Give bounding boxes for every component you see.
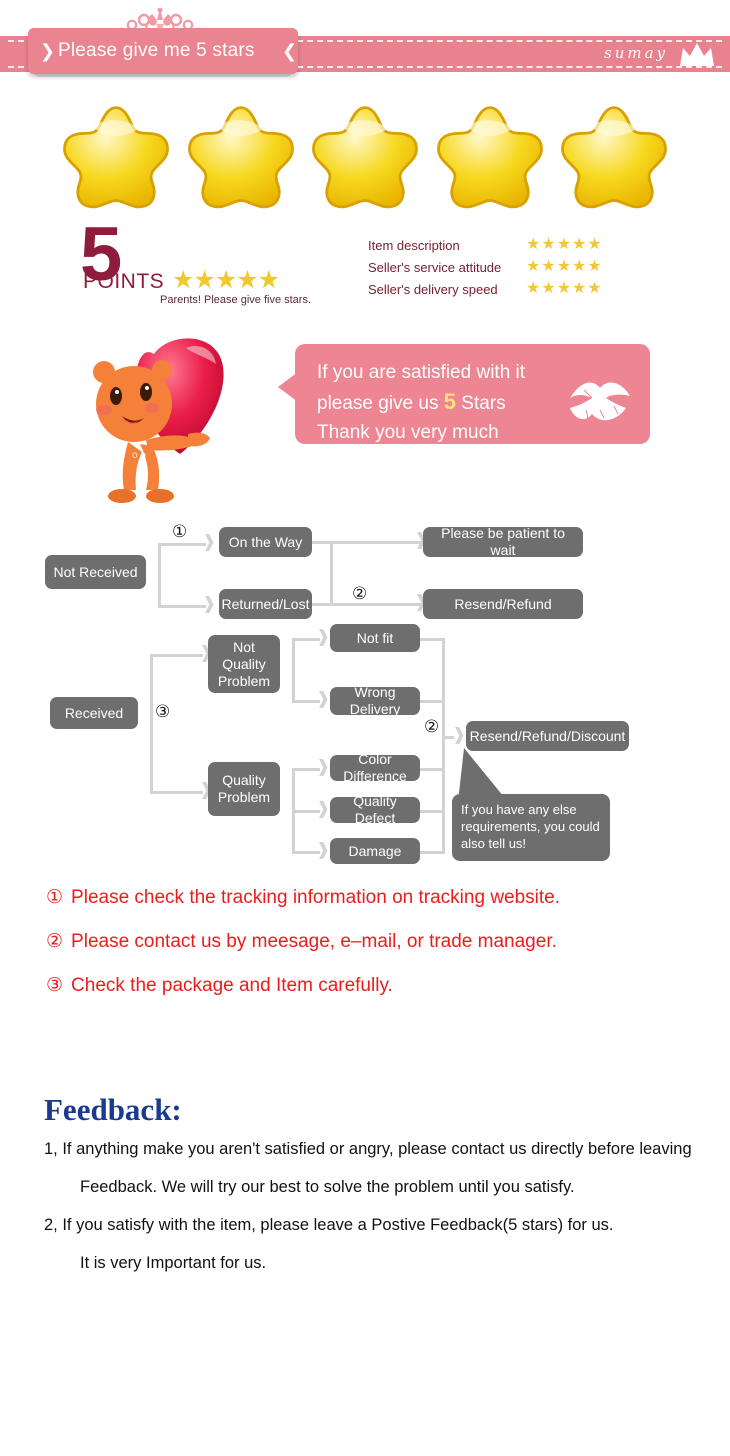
flow-line (420, 768, 445, 771)
feedback-line: It is very Important for us. (80, 1254, 267, 1272)
note-number: ③ (46, 975, 64, 996)
mascot-with-heart-icon: o o (93, 338, 224, 503)
svg-text:o o: o o (132, 450, 146, 461)
flow-box-damage[interactable]: Damage (330, 838, 420, 864)
ribbon-right-icon: ❮ (282, 41, 298, 61)
flow-line (330, 541, 422, 544)
note-text: Please contact us by meesage, e–mail, or… (71, 931, 557, 952)
note-item: ② Please contact us by meesage, e–mail, … (46, 930, 726, 953)
flow-line (420, 638, 445, 641)
brand-logo-text: sumay (604, 44, 668, 62)
numbered-notes: ① Please check the tracking information … (46, 886, 726, 1018)
feedback-line: 2, If you satisfy with the item, please … (44, 1216, 614, 1234)
flow-box-returned-lost[interactable]: Returned/Lost (219, 589, 312, 619)
star-icon (312, 106, 418, 209)
star-icon (436, 106, 543, 209)
ribbon-left-icon: ❯ (40, 41, 56, 61)
rating-row: Seller's service attitude ★★★★★ (368, 258, 658, 276)
lips-kiss-icon (570, 382, 630, 421)
flow-line (330, 541, 333, 603)
rating-label: Seller's service attitude (368, 259, 502, 275)
flow-box-resend-refund-discount[interactable]: Resend/Refund/Discount (466, 721, 629, 751)
flow-line (420, 851, 445, 854)
flow-line (158, 543, 161, 608)
flow-callout: If you have any else requirements, you c… (452, 794, 610, 861)
flow-marker-3: ③ (155, 702, 171, 721)
flow-box-not-fit[interactable]: Not fit (330, 624, 420, 652)
note-item: ③ Check the package and Item carefully. (46, 974, 726, 997)
bubble-line-2: please give us 5 Stars (317, 387, 525, 418)
feedback-line: Feedback. We will try our best to solve … (80, 1178, 575, 1196)
flow-line (292, 638, 295, 701)
hero-star-rating (60, 102, 670, 214)
note-number: ① (46, 887, 64, 908)
note-number: ② (46, 931, 64, 952)
flow-box-quality-problem[interactable]: Quality Problem (208, 762, 280, 816)
flow-marker-2a: ② (352, 584, 368, 603)
flow-line (158, 543, 206, 546)
bubble-line-2a: please give us (317, 393, 444, 414)
feedback-title: Feedback: (44, 1092, 182, 1127)
bubble-line-2b: Stars (456, 393, 506, 414)
flow-box-resend-refund[interactable]: Resend/Refund (423, 589, 583, 619)
rating-row: Seller's delivery speed ★★★★★ (368, 280, 658, 298)
star-icon (187, 106, 294, 209)
flow-marker-1: ① (172, 522, 188, 541)
bubble-five: 5 (443, 389, 456, 414)
points-word: POINTS (83, 270, 165, 293)
flow-box-wrong-delivery[interactable]: Wrong Delivery (330, 684, 420, 717)
flow-line (158, 605, 206, 608)
star-icon (63, 106, 169, 209)
banner-title: Please give me 5 stars (58, 40, 255, 61)
flow-box-received[interactable]: Received (50, 697, 138, 729)
flow-box-quality-defect[interactable]: Quality Defect (330, 793, 420, 826)
flow-marker-2b: ② (424, 717, 440, 736)
flow-line (150, 654, 203, 657)
note-text: Check the package and Item carefully. (71, 975, 393, 996)
flow-line (150, 791, 203, 794)
header-banner: ❯ Please give me 5 stars ❮ sumay (0, 0, 730, 100)
bubble-line-3: Thank you very much (317, 422, 499, 443)
note-item: ① Please check the tracking information … (46, 886, 726, 909)
points-note: Parents! Please give five stars. (160, 294, 312, 306)
five-points-badge: 5 POINTS ★★★★★ Parents! Please give five… (80, 217, 340, 312)
rating-label: Seller's delivery speed (368, 281, 498, 297)
after-sale-flowchart: Not Received ❱❱ ❱❱ ① On the Way Returned… (0, 512, 730, 882)
rating-stars-icon: ★★★★★ (526, 236, 603, 253)
points-stars: ★★★★★ (172, 266, 280, 294)
rating-label: Item description (368, 237, 460, 253)
flow-line (420, 810, 445, 813)
note-text: Please check the tracking information on… (71, 887, 561, 908)
flow-box-color-difference[interactable]: Color Difference (330, 751, 420, 784)
flow-box-not-quality-problem[interactable]: Not Quality Problem (208, 635, 280, 693)
flow-line (420, 700, 445, 703)
flow-box-please-be-patient[interactable]: Please be patient to wait (423, 525, 583, 558)
flow-box-not-received[interactable]: Not Received (45, 555, 146, 589)
flow-line (150, 654, 153, 794)
satisfaction-bubble: If you are satisfied with it please give… (295, 344, 650, 444)
rating-stars-icon: ★★★★★ (526, 258, 603, 275)
rating-stars-icon: ★★★★★ (526, 280, 603, 297)
bubble-text: If you are satisfied with it please give… (317, 358, 525, 447)
brand-crown-icon (680, 43, 714, 66)
flow-line (442, 638, 445, 851)
flow-box-on-the-way[interactable]: On the Way (219, 527, 312, 557)
rating-list: Item description ★★★★★ Seller's service … (368, 236, 658, 302)
bubble-line-1: If you are satisfied with it (317, 362, 526, 383)
rating-row: Item description ★★★★★ (368, 236, 658, 254)
feedback-line: 1, If anything make you aren't satisfied… (44, 1140, 692, 1158)
star-icon (561, 106, 667, 209)
feedback-section: Feedback: 1, If anything make you aren't… (44, 1092, 730, 1290)
